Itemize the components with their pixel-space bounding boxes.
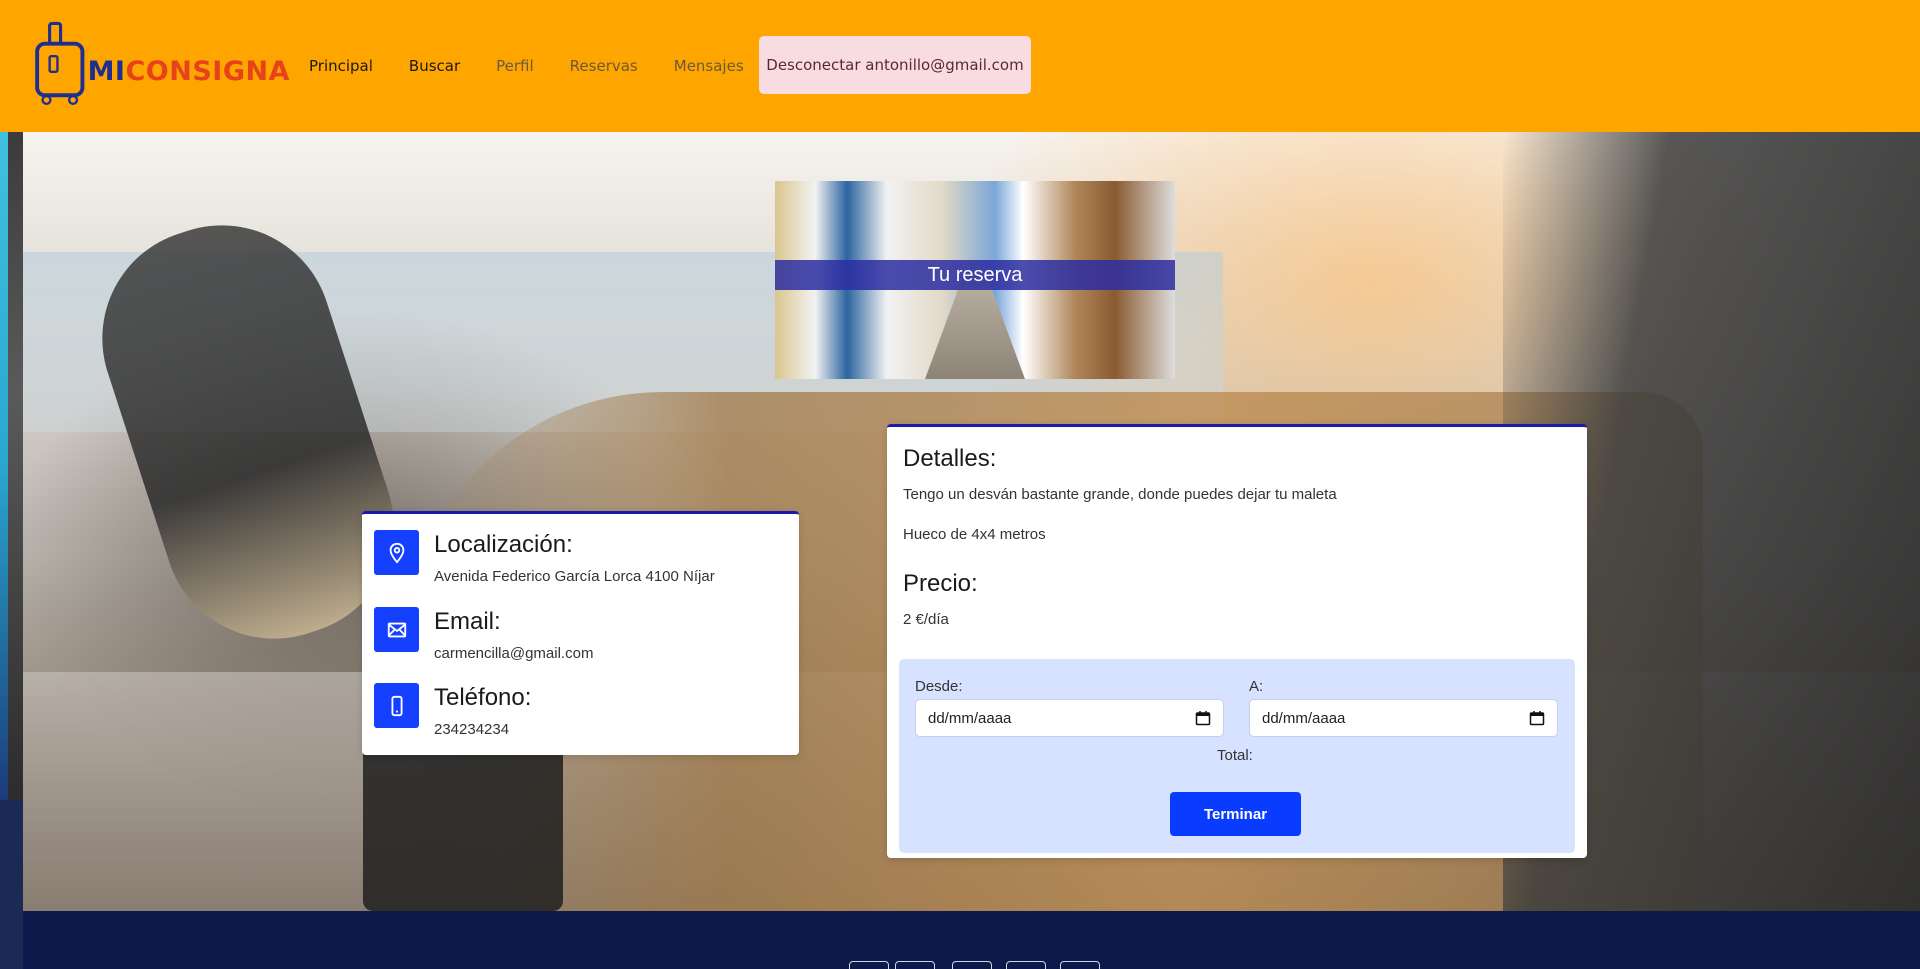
- nav-principal[interactable]: Principal: [309, 57, 373, 75]
- logo-text: MICONSIGNA: [88, 56, 290, 87]
- details-title: Detalles:: [903, 445, 997, 472]
- logout-button[interactable]: Desconectar antonillo@gmail.com: [759, 36, 1031, 94]
- social-link[interactable]: [895, 961, 935, 969]
- envelope-icon: [374, 607, 419, 652]
- reservation-banner: Tu reserva: [775, 181, 1175, 379]
- email-label: Email:: [434, 608, 501, 635]
- logo[interactable]: MICONSIGNA: [34, 10, 290, 118]
- location-label: Localización:: [434, 531, 573, 558]
- social-link[interactable]: [952, 961, 992, 969]
- phone-label: Teléfono:: [434, 684, 532, 711]
- details-card: Detalles: Tengo un desván bastante grand…: [887, 424, 1587, 858]
- left-edge-strip: [0, 0, 23, 969]
- location-value: Avenida Federico García Lorca 4100 Níjar: [434, 568, 715, 585]
- from-date-input[interactable]: dd/mm/aaaa: [915, 699, 1224, 737]
- contact-phone-text: Teléfono: 234234234: [434, 683, 531, 738]
- site-header: MICONSIGNA Principal Buscar Perfil Reser…: [0, 0, 1920, 132]
- social-link[interactable]: [1006, 961, 1046, 969]
- contact-phone-row: Teléfono: 234234234: [374, 683, 784, 738]
- contact-location-row: Localización: Avenida Federico García Lo…: [374, 530, 784, 585]
- to-date-input[interactable]: dd/mm/aaaa: [1249, 699, 1558, 737]
- site-footer: [23, 911, 1920, 969]
- finish-button[interactable]: Terminar: [1170, 792, 1301, 836]
- left-edge-segment: [8, 120, 23, 800]
- from-label: Desde:: [915, 678, 963, 695]
- details-description: Tengo un desván bastante grande, donde p…: [903, 486, 1337, 503]
- location-pin-icon: [374, 530, 419, 575]
- nav-reservas[interactable]: Reservas: [570, 57, 638, 75]
- nav-mensajes[interactable]: Mensajes: [674, 57, 744, 75]
- logo-text-mi: MI: [87, 55, 126, 87]
- banner-title: Tu reserva: [775, 260, 1175, 290]
- contact-email-text: Email: carmencilla@gmail.com: [434, 607, 593, 662]
- details-size: Hueco de 4x4 metros: [903, 526, 1046, 543]
- from-date-placeholder: dd/mm/aaaa: [928, 709, 1012, 727]
- main-nav: Principal Buscar Perfil Reservas Mensaje…: [309, 0, 780, 132]
- calendar-icon[interactable]: [1529, 710, 1545, 726]
- booking-form: Desde: dd/mm/aaaa A: dd/mm/aaaa Total: T…: [899, 659, 1575, 853]
- nav-perfil[interactable]: Perfil: [496, 57, 534, 75]
- email-value[interactable]: carmencilla@gmail.com: [434, 645, 593, 662]
- contact-email-row: Email: carmencilla@gmail.com: [374, 607, 784, 662]
- nav-buscar[interactable]: Buscar: [409, 57, 460, 75]
- price-label: Precio:: [903, 570, 978, 597]
- left-edge-segment: [0, 120, 8, 800]
- price-value: 2 €/día: [903, 611, 949, 628]
- social-link[interactable]: [849, 961, 889, 969]
- contact-location-text: Localización: Avenida Federico García Lo…: [434, 530, 715, 585]
- to-date-placeholder: dd/mm/aaaa: [1262, 709, 1346, 727]
- logo-text-consigna: CONSIGNA: [125, 55, 290, 87]
- total-label: Total:: [1217, 747, 1253, 764]
- phone-icon: [374, 683, 419, 728]
- social-link[interactable]: [1060, 961, 1100, 969]
- phone-value[interactable]: 234234234: [434, 721, 531, 738]
- to-label: A:: [1249, 678, 1264, 695]
- contact-card: Localización: Avenida Federico García Lo…: [362, 511, 799, 755]
- suitcase-logo-icon: [35, 21, 85, 106]
- calendar-icon[interactable]: [1195, 710, 1211, 726]
